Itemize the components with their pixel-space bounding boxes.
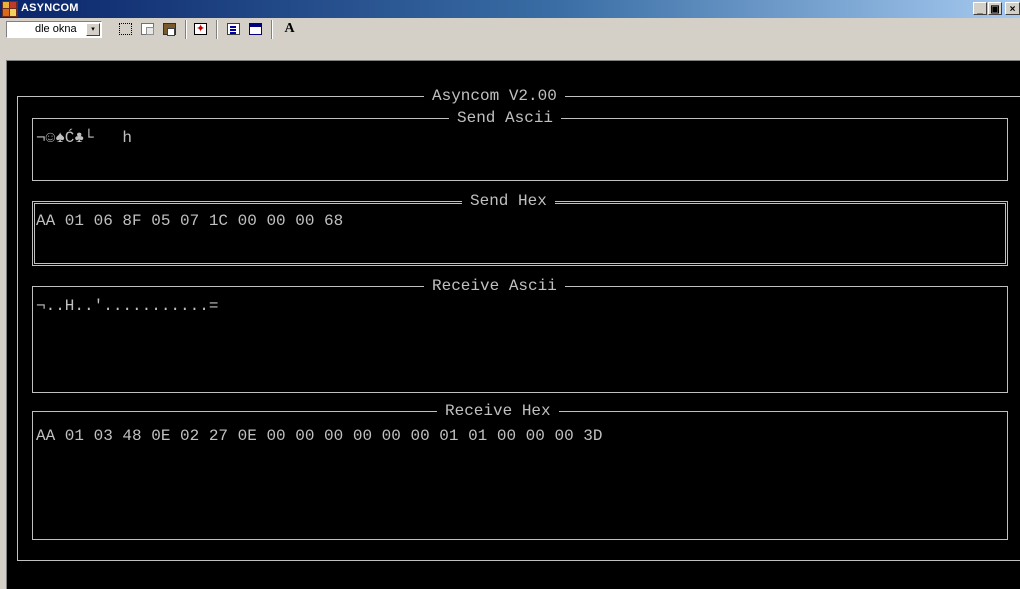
toolbar-separator bbox=[185, 20, 187, 39]
mark-button[interactable] bbox=[116, 20, 136, 39]
font-icon: A bbox=[284, 21, 295, 36]
background-icon bbox=[249, 23, 262, 35]
paste-icon bbox=[163, 23, 176, 36]
window-size-value: dle okna bbox=[35, 23, 77, 35]
receive-hex-value: AA 01 03 48 0E 02 27 0E 00 00 00 00 00 0… bbox=[36, 427, 603, 445]
receive-hex-label: Receive Hex bbox=[437, 402, 559, 420]
properties-icon bbox=[227, 23, 240, 35]
frame-title: Asyncom V2.00 bbox=[424, 87, 565, 105]
chevron-down-icon[interactable]: ▾ bbox=[86, 23, 100, 36]
copy-icon bbox=[141, 23, 154, 35]
receive-ascii-value: ¬..H..'...........= bbox=[36, 297, 219, 315]
title-bar[interactable]: ASYNCOM _ ▣ × bbox=[0, 0, 1020, 18]
paste-button[interactable] bbox=[160, 20, 180, 39]
mark-icon bbox=[119, 23, 132, 35]
font-button[interactable]: A bbox=[280, 20, 300, 39]
receive-ascii-label: Receive Ascii bbox=[424, 277, 565, 295]
toolbar-separator bbox=[216, 20, 218, 39]
send-hex-label: Send Hex bbox=[462, 192, 555, 210]
toolbar-separator bbox=[271, 20, 273, 39]
close-button[interactable]: × bbox=[1005, 2, 1020, 15]
send-ascii-box bbox=[32, 118, 1008, 181]
background-button[interactable] bbox=[246, 20, 266, 39]
send-hex-box bbox=[32, 201, 1008, 266]
send-ascii-value: ¬☺♠Ć♣└ h bbox=[36, 129, 133, 147]
window-size-select[interactable]: dle okna ▾ bbox=[6, 21, 102, 38]
fullscreen-icon bbox=[194, 22, 207, 35]
send-hex-value: AA 01 06 8F 05 07 1C 00 00 00 68 bbox=[36, 212, 344, 230]
properties-button[interactable] bbox=[224, 20, 244, 39]
send-ascii-label: Send Ascii bbox=[449, 109, 562, 127]
fullscreen-button[interactable] bbox=[191, 20, 211, 39]
minimize-button[interactable]: _ bbox=[973, 2, 987, 15]
maximize-button[interactable]: ▣ bbox=[988, 2, 1002, 15]
app-icon[interactable] bbox=[2, 1, 18, 17]
window-title: ASYNCOM bbox=[21, 2, 79, 14]
console-window[interactable]: Asyncom V2.00 Send Ascii ¬☺♠Ć♣└ h Send H… bbox=[6, 60, 1020, 589]
copy-button[interactable] bbox=[138, 20, 158, 39]
